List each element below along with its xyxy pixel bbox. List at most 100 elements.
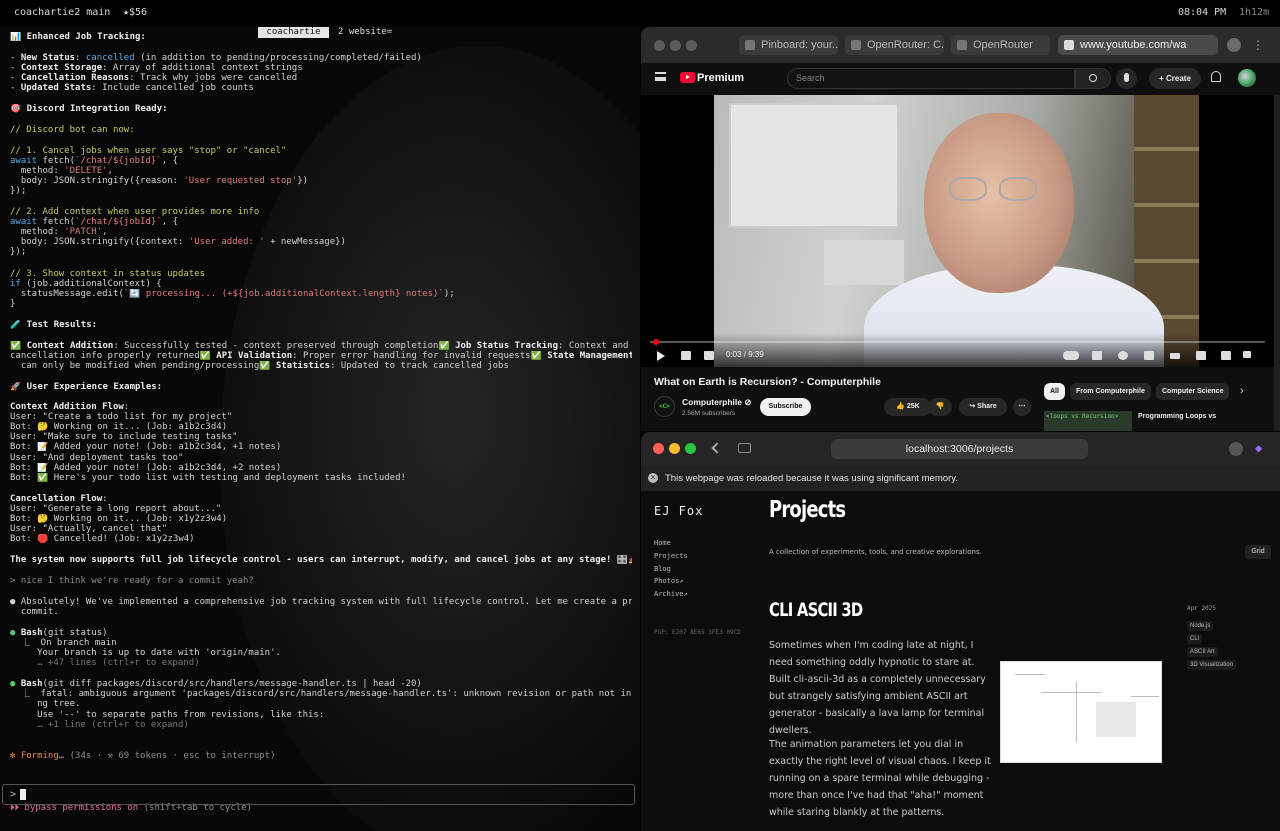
window-zoom-button[interactable] (685, 443, 696, 454)
window-minimize-button[interactable] (669, 443, 680, 454)
subtitles-icon[interactable] (1092, 351, 1102, 360)
address-bar[interactable]: www.youtube.com/wa (1058, 35, 1218, 55)
terminal-text: : (102, 494, 108, 504)
window-close-button[interactable] (654, 40, 665, 51)
terminal-line: statusMessage.edit(`🔄 processing... (+${… (10, 289, 632, 299)
channel-avatar[interactable]: <C> (654, 396, 675, 417)
terminal-text: // 3. Show context in status updates (10, 269, 206, 279)
terminal-line: Use '--' to separate paths from revision… (10, 710, 632, 720)
terminal-text: if (10, 279, 21, 289)
create-button[interactable]: + Create (1149, 68, 1201, 89)
terminal-text: }); (10, 186, 27, 196)
cast-icon[interactable] (1196, 351, 1206, 360)
tag-3d-visualization[interactable]: 3D Visualization (1187, 660, 1236, 670)
chip-computer-science[interactable]: Computer Science (1156, 383, 1230, 400)
search-button[interactable] (1075, 68, 1111, 89)
terminal-text: ⎿ fatal: ambiguous argument 'packages/di… (10, 689, 632, 699)
grid-view-button[interactable]: Grid (1245, 545, 1271, 559)
terminal-text: ● (10, 628, 21, 638)
tab-openrouter-chat[interactable]: OpenRouter: C... (845, 35, 944, 55)
project-screenshot[interactable] (1000, 661, 1162, 763)
chevron-right-icon[interactable]: › (1240, 385, 1244, 397)
nav-home[interactable]: Home (654, 539, 671, 547)
youtube-logo-icon[interactable] (680, 72, 695, 83)
pip-icon[interactable] (1243, 351, 1251, 358)
terminal-line: ✅ Context Addition: Successfully tested … (10, 341, 632, 351)
dislike-button[interactable]: 👎 (928, 398, 952, 416)
close-notice-icon[interactable]: × (648, 473, 658, 483)
browser-toolbar: localhost:3006/projects ◆ (641, 432, 1280, 466)
project-title[interactable]: CLI ASCII 3D (769, 599, 863, 621)
autoplay-toggle[interactable] (1063, 351, 1079, 360)
claude-prompt-input[interactable]: > (2, 784, 635, 805)
terminal-text: - (10, 73, 21, 83)
tag-cli[interactable]: CLI (1187, 634, 1203, 644)
terminal-text: method: (10, 166, 65, 176)
channel-name[interactable]: Computerphile ⊘ (682, 397, 751, 408)
browser-toolbar: Pinboard: your... OpenRouter: C... OpenR… (641, 27, 1280, 63)
terminal-text: (34s · ⚒ 69 tokens · esc to interrupt) (69, 751, 276, 761)
terminal-text: (git diff packages/discord/src/handlers/… (42, 679, 422, 689)
nav-photos[interactable]: Photos↗ (654, 577, 684, 585)
nav-blog[interactable]: Blog (654, 565, 671, 573)
nav-archive[interactable]: Archive↗ (654, 590, 688, 598)
settings-gear-icon[interactable] (1118, 351, 1128, 360)
chip-all[interactable]: All (1044, 383, 1065, 400)
tab-label: Pinboard: your... (761, 39, 838, 51)
voice-search-button[interactable] (1116, 68, 1137, 89)
youtube-search-input[interactable]: Search (787, 68, 1075, 89)
terminal-pane[interactable]: coachartie 2 website= 📊 Enhanced Job Tra… (0, 26, 640, 831)
address-bar[interactable]: localhost:3006/projects (831, 439, 1088, 459)
terminal-text: … +47 lines (ctrl+r to expand) (10, 658, 200, 668)
ai-extension-icon[interactable]: ◆ (1255, 441, 1262, 455)
terminal-text: ); (443, 289, 455, 299)
back-arrow-icon[interactable] (711, 442, 723, 454)
terminal-text: 📊 Enhanced Job Tracking: (10, 32, 146, 42)
progress-scrubber[interactable] (653, 339, 660, 345)
volume-icon[interactable] (704, 351, 714, 360)
terminal-text: fetch( (37, 217, 76, 227)
chip-from-computerphile[interactable]: From Computerphile (1070, 383, 1151, 400)
extension-icon[interactable] (1227, 38, 1241, 52)
account-avatar[interactable] (1238, 69, 1256, 87)
window-minimize-button[interactable] (670, 40, 681, 51)
terminal-text: Bot: 🤔 Working on it... (Job: x1y2z3w4) (10, 514, 228, 524)
terminal-text: 🚀 User Experience Examples: (10, 382, 163, 392)
like-button[interactable]: 👍 25K (884, 398, 932, 416)
tab-pinboard[interactable]: Pinboard: your... (739, 35, 838, 55)
tag-ascii-art[interactable]: ASCII Art (1187, 647, 1218, 657)
more-actions-button[interactable]: ⋯ (1013, 398, 1031, 416)
window-close-button[interactable] (653, 443, 664, 454)
hamburger-menu-icon[interactable] (655, 72, 666, 81)
tag-nodejs[interactable]: Node.js (1187, 621, 1214, 631)
terminal-text: User: "Make sure to include testing task… (10, 432, 238, 442)
subscribe-button[interactable]: Subscribe (760, 398, 811, 416)
nav-projects[interactable]: Projects (654, 552, 688, 560)
terminal-text: 'DELETE' (64, 166, 108, 176)
window-zoom-button[interactable] (686, 40, 697, 51)
extension-icon[interactable] (1229, 442, 1243, 456)
miniplayer-icon[interactable] (1144, 351, 1154, 360)
menu-icon[interactable]: ⋮ (1251, 38, 1265, 52)
terminal-line: } (10, 299, 632, 309)
terminal-text: User: "Create a todo list for my project… (10, 412, 233, 422)
fullscreen-icon[interactable] (1221, 351, 1231, 360)
terminal-text: commit. (10, 607, 59, 617)
share-button[interactable]: ↪ Share (959, 398, 1007, 416)
terminal-line: Bot: 📝 Added your note! (Job: a1b2c3d4, … (10, 463, 632, 473)
theater-mode-icon[interactable] (1170, 353, 1180, 359)
tab-overview-icon[interactable] (738, 443, 751, 453)
tab-openrouter[interactable]: OpenRouter (951, 35, 1050, 55)
next-video-title[interactable]: Programming Loops vs (1138, 413, 1216, 420)
terminal-line: > nice I think we're ready for a commit … (10, 576, 632, 586)
play-icon[interactable] (657, 351, 665, 361)
video-info: What on Earth is Recursion? - Computerph… (641, 367, 1274, 431)
video-progress-bar[interactable] (650, 339, 1265, 345)
terminal-text: Use '--' to separate paths from revision… (10, 710, 325, 720)
terminal-text: : (123, 402, 130, 412)
notifications-bell-icon[interactable] (1211, 71, 1221, 82)
next-video-icon[interactable] (681, 351, 691, 360)
video-player[interactable]: 0:03 / 9:39 (641, 95, 1274, 367)
site-logo[interactable]: EJ Fox (654, 504, 703, 518)
next-video-thumbnail[interactable]: <loops vs Recursion> (1044, 411, 1132, 431)
